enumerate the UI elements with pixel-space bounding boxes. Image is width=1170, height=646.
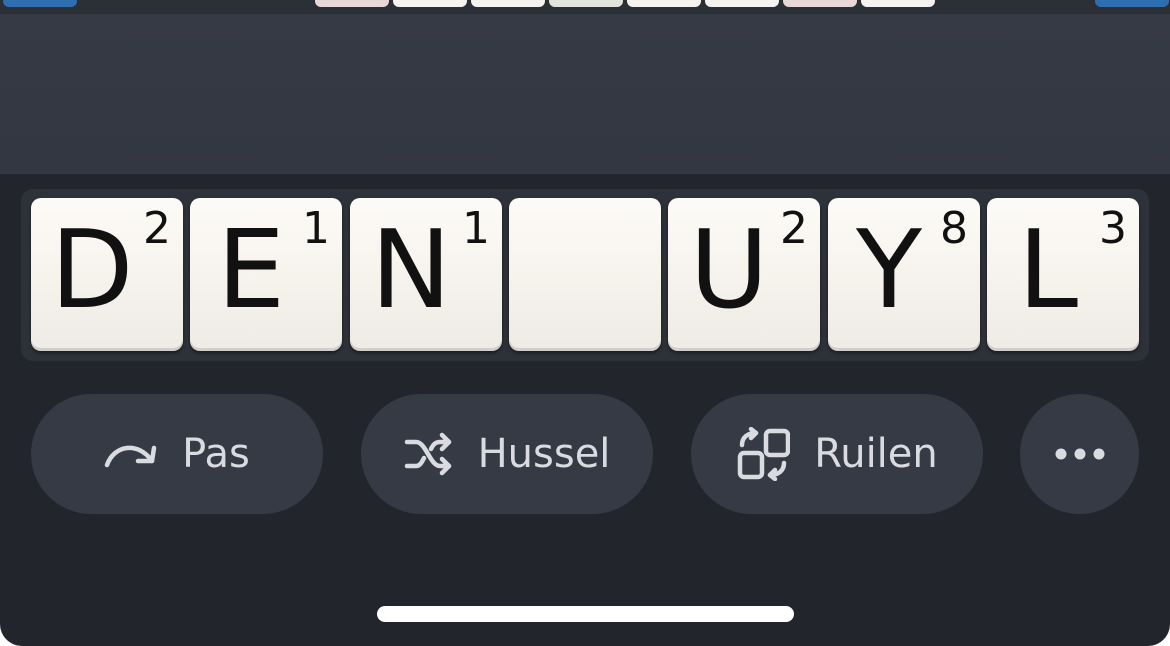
more-dots-icon [1055, 447, 1105, 461]
board-cell[interactable] [1017, 0, 1091, 7]
board-cell[interactable] [393, 0, 467, 7]
redo-arrow-icon [104, 439, 158, 469]
board-cell[interactable] [705, 0, 779, 7]
board-cell[interactable] [471, 0, 545, 7]
swap-button[interactable]: Ruilen [691, 394, 983, 514]
board-cell[interactable] [939, 0, 1013, 7]
rack-tile-blank[interactable] [509, 198, 661, 351]
swap-label: Ruilen [814, 431, 938, 477]
tile-score: 8 [940, 203, 968, 254]
swap-tiles-icon [736, 427, 791, 481]
board-cell[interactable] [783, 0, 857, 7]
board-cell[interactable] [861, 0, 935, 7]
shuffle-label: Hussel [477, 431, 611, 477]
tile-score: 2 [143, 203, 171, 254]
rack-tile[interactable]: Y 8 [828, 198, 980, 351]
tile-letter: L [1017, 208, 1079, 333]
tile-score: 3 [1099, 203, 1127, 254]
pass-label: Pas [182, 431, 250, 477]
board-bottom-row [0, 0, 1170, 14]
shuffle-icon [404, 430, 454, 478]
board-cell[interactable] [3, 0, 77, 7]
board-area [0, 14, 1170, 174]
rack-tile[interactable]: N 1 [350, 198, 502, 351]
tile-score: 1 [462, 203, 490, 254]
board-cell[interactable] [315, 0, 389, 7]
rack-tile[interactable]: L 3 [987, 198, 1139, 351]
tile-letter: N [370, 208, 452, 333]
board-cell[interactable] [549, 0, 623, 7]
pass-button[interactable]: Pas [31, 394, 323, 514]
rack-tile[interactable]: D 2 [31, 198, 183, 351]
board-cell[interactable] [159, 0, 233, 7]
more-button[interactable] [1020, 394, 1139, 514]
rack-tile[interactable]: U 2 [668, 198, 820, 351]
tile-score: 1 [302, 203, 330, 254]
tile-letter: E [216, 208, 286, 333]
tile-letter: U [689, 208, 769, 333]
rack-tile[interactable]: E 1 [190, 198, 342, 351]
tile-score: 2 [780, 203, 808, 254]
board-cell[interactable] [81, 0, 155, 7]
board-cell[interactable] [237, 0, 311, 7]
game-screen: D 2 E 1 N 1 U 2 Y 8 L 3 Pas Hussel Ruile… [0, 0, 1170, 646]
board-cell[interactable] [627, 0, 701, 7]
board-cell[interactable] [1095, 0, 1169, 7]
tile-letter: D [50, 208, 134, 333]
shuffle-button[interactable]: Hussel [361, 394, 653, 514]
tile-letter: Y [856, 208, 922, 333]
home-indicator[interactable] [377, 606, 794, 622]
